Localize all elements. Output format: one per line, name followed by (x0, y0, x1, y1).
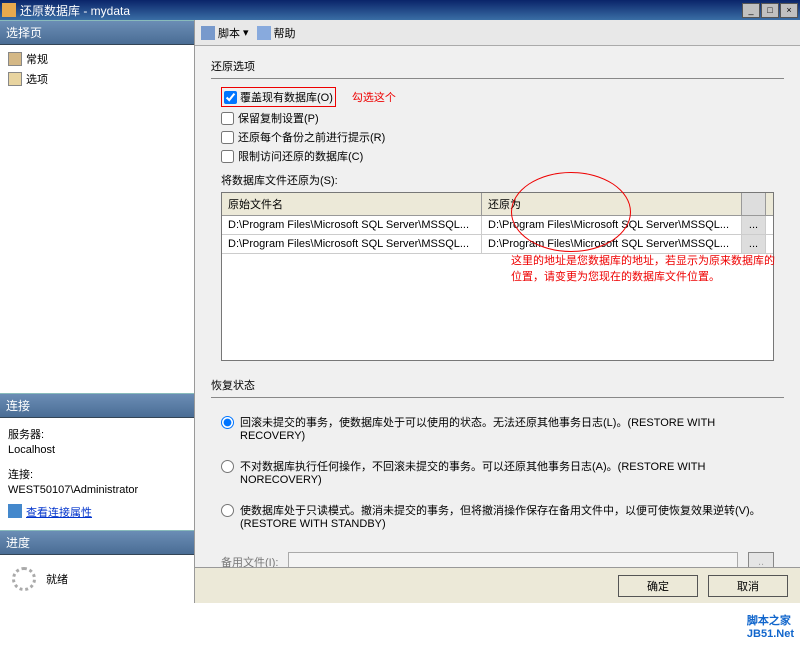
spinner-icon (12, 567, 36, 591)
minimize-button[interactable]: _ (742, 3, 760, 18)
col-restore-as: 还原为 (482, 193, 742, 215)
progress-status: 就绪 (46, 571, 68, 587)
nav-label: 选项 (26, 71, 48, 87)
cancel-button[interactable]: 取消 (708, 575, 788, 597)
connection-panel: 服务器: Localhost 连接: WEST50107\Administrat… (0, 418, 194, 530)
browse-button[interactable]: ... (742, 216, 766, 234)
ok-button[interactable]: 确定 (618, 575, 698, 597)
watermark-line1: 脚本之家 (747, 612, 794, 628)
annotation-path-note1: 这里的地址是您数据库的地址，若显示为原来数据库的 (511, 252, 775, 268)
recovery-radio-standby[interactable] (221, 504, 234, 517)
help-icon (257, 26, 271, 40)
dropdown-arrow-icon: ▾ (243, 26, 249, 39)
recovery-label-3: 使数据库处于只读模式。撤消未提交的事务，但将撤消操作保存在备用文件中，以便可使恢… (240, 502, 774, 530)
backup-file-browse: .. (748, 552, 774, 567)
restore-files-label: 将数据库文件还原为(S): (221, 172, 784, 188)
prompt-label: 还原每个备份之前进行提示(R) (238, 129, 385, 145)
backup-file-label: 备用文件(I): (221, 554, 278, 567)
restrict-label: 限制访问还原的数据库(C) (238, 148, 363, 164)
browse-button[interactable]: ... (742, 235, 766, 253)
link-label: 查看连接属性 (26, 504, 92, 520)
cell-orig: D:\Program Files\Microsoft SQL Server\MS… (222, 216, 482, 234)
overwrite-checkbox[interactable] (224, 91, 237, 104)
window-icon (2, 3, 16, 17)
cell-orig: D:\Program Files\Microsoft SQL Server\MS… (222, 235, 482, 253)
recovery-label-2: 不对数据库执行任何操作，不回滚未提交的事务。可以还原其他事务日志(A)。(RES… (240, 458, 774, 486)
preserve-checkbox[interactable] (221, 112, 234, 125)
overwrite-label: 覆盖现有数据库(O) (240, 89, 333, 105)
help-button[interactable]: 帮助 (257, 25, 296, 41)
dialog-footer: 确定 取消 (195, 567, 800, 603)
watermark-line2: JB51.Net (747, 628, 794, 640)
titlebar: 还原数据库 - mydata _ □ × (0, 0, 800, 20)
window-title: 还原数据库 - mydata (20, 2, 742, 19)
annotation-path-note2: 位置，请变更为您现在的数据库文件位置。 (511, 268, 775, 284)
backup-file-input (288, 552, 738, 567)
watermark: 脚本之家 JB51.Net (747, 612, 794, 640)
recovery-header: 恢复状态 (211, 377, 784, 393)
nav-label: 常规 (26, 51, 48, 67)
recovery-radio-recovery[interactable] (221, 416, 234, 429)
sidebar-item-general[interactable]: 常规 (4, 49, 190, 69)
select-page-header: 选择页 (0, 20, 194, 45)
sidebar-item-options[interactable]: 选项 (4, 69, 190, 89)
restore-options-header: 还原选项 (211, 58, 784, 74)
server-value: Localhost (8, 444, 186, 456)
connection-header: 连接 (0, 393, 194, 418)
view-connection-properties[interactable]: 查看连接属性 (8, 504, 186, 520)
col-original: 原始文件名 (222, 193, 482, 215)
page-icon (8, 52, 22, 66)
recovery-radio-norecovery[interactable] (221, 460, 234, 473)
table-row[interactable]: D:\Program Files\Microsoft SQL Server\MS… (222, 216, 773, 235)
recovery-label-1: 回滚未提交的事务，使数据库处于可以使用的状态。无法还原其他事务日志(L)。(RE… (240, 414, 774, 442)
page-icon (8, 72, 22, 86)
annotation-check-this: 勾选这个 (352, 89, 396, 105)
cell-restore[interactable]: D:\Program Files\Microsoft SQL Server\MS… (482, 235, 742, 253)
maximize-button[interactable]: □ (761, 3, 779, 18)
sidebar: 选择页 常规 选项 连接 服务器: Localhost 连接: WEST5010… (0, 20, 195, 603)
restrict-checkbox[interactable] (221, 150, 234, 163)
help-label: 帮助 (274, 25, 296, 41)
script-icon (201, 26, 215, 40)
toolbar: 脚本 ▾ 帮助 (195, 20, 800, 46)
script-label: 脚本 (218, 25, 240, 41)
script-button[interactable]: 脚本 ▾ (201, 25, 249, 41)
preserve-label: 保留复制设置(P) (238, 110, 319, 126)
progress-header: 进度 (0, 530, 194, 555)
properties-icon (8, 504, 22, 518)
server-label: 服务器: (8, 426, 186, 442)
conn-value: WEST50107\Administrator (8, 484, 186, 496)
conn-label: 连接: (8, 466, 186, 482)
cell-restore[interactable]: D:\Program Files\Microsoft SQL Server\MS… (482, 216, 742, 234)
close-button[interactable]: × (780, 3, 798, 18)
prompt-checkbox[interactable] (221, 131, 234, 144)
